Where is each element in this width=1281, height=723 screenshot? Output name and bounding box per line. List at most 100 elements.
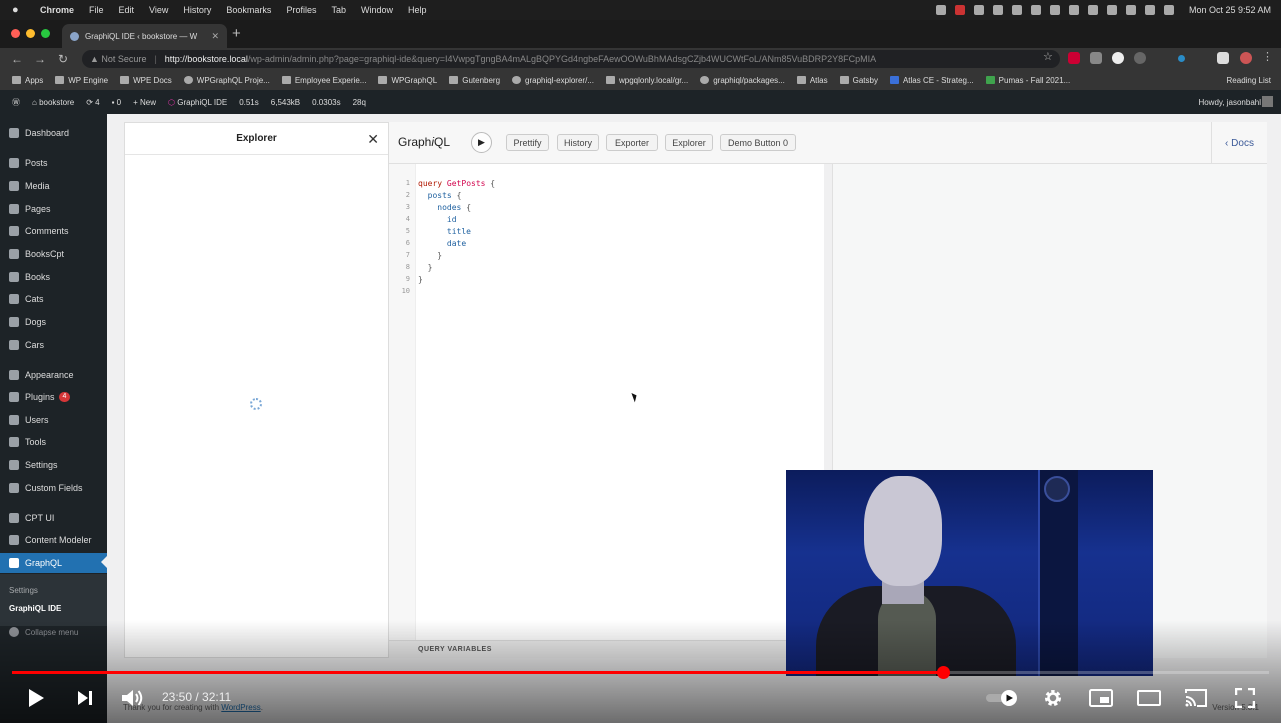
bookmark-item[interactable]: graphiql-explorer/... <box>512 76 594 85</box>
bookmark-item[interactable]: Pumas - Fall 2021... <box>985 76 1070 85</box>
menu-help[interactable]: Help <box>408 5 427 15</box>
profile-avatar[interactable] <box>1240 52 1252 64</box>
chrome-menu-icon[interactable]: ⋮ <box>1262 50 1274 63</box>
reload-icon[interactable]: ↻ <box>57 52 69 66</box>
sidebar-item-tools[interactable]: Tools <box>0 432 107 452</box>
menu-profiles[interactable]: Profiles <box>286 5 316 15</box>
query-variables-toggle[interactable]: QUERY VARIABLES <box>389 640 824 658</box>
menu-edit[interactable]: Edit <box>119 5 135 15</box>
execute-query-button[interactable]: ▶ <box>471 132 492 153</box>
footer-wordpress-link[interactable]: WordPress <box>221 703 260 712</box>
bookmark-item[interactable]: wpgqlonly.local/gr... <box>605 76 688 85</box>
bookmark-item[interactable]: Gatsby <box>839 76 878 85</box>
admin-bar-graphiql[interactable]: ⬡ GraphiQL IDE <box>168 98 227 107</box>
sidebar-item-graphql[interactable]: GraphQL <box>0 553 107 573</box>
bookmark-item[interactable]: Gutenberg <box>449 76 500 85</box>
admin-bar-site[interactable]: ⌂ bookstore <box>32 98 74 107</box>
status-icon[interactable] <box>1087 5 1098 15</box>
apple-icon[interactable]: ● <box>12 4 28 16</box>
settings-button[interactable] <box>1041 686 1065 710</box>
bookmark-item[interactable]: graphiql/packages... <box>700 76 785 85</box>
sidebar-item-comments[interactable]: Comments <box>0 221 107 241</box>
next-button[interactable] <box>73 686 97 710</box>
wordpress-logo-icon[interactable]: Ⓦ <box>12 97 20 108</box>
menu-tab[interactable]: Tab <box>331 5 346 15</box>
sidebar-item-dashboard[interactable]: Dashboard <box>0 123 107 143</box>
bookmark-item[interactable]: WPGraphQL Proje... <box>183 76 270 85</box>
theater-mode-button[interactable] <box>1136 686 1162 710</box>
minimize-window-icon[interactable] <box>26 29 35 38</box>
back-icon[interactable]: ← <box>11 52 23 66</box>
admin-bar-new[interactable]: + New <box>133 98 156 107</box>
sidebar-item-media[interactable]: Media <box>0 176 107 196</box>
query-code[interactable]: query GetPosts { posts { nodes { id titl… <box>418 178 495 286</box>
admin-bar-comments[interactable]: ▪ 0 <box>112 98 122 107</box>
progress-bar[interactable] <box>12 666 1269 679</box>
sidebar-item-books[interactable]: Books <box>0 267 107 287</box>
bookmark-item[interactable]: Atlas CE - Strateg... <box>889 76 974 85</box>
miniplayer-button[interactable] <box>1088 686 1114 710</box>
progress-scrubber[interactable] <box>936 666 950 679</box>
status-icon[interactable] <box>992 5 1003 15</box>
sidebar-item-appearance[interactable]: Appearance <box>0 365 107 385</box>
demo-button[interactable]: Demo Button 0 <box>720 134 796 151</box>
menu-app[interactable]: Chrome <box>40 5 74 15</box>
zoom-window-icon[interactable] <box>41 29 50 38</box>
bookmark-item[interactable]: Apps <box>12 76 43 85</box>
sidebar-item-cpt-ui[interactable]: CPT UI <box>0 508 107 528</box>
submenu-graphiql-ide[interactable]: GraphiQL IDE <box>9 604 61 613</box>
sidebar-item-posts[interactable]: Posts <box>0 153 107 173</box>
menu-window[interactable]: Window <box>361 5 393 15</box>
collapse-menu[interactable]: Collapse menu <box>0 622 107 642</box>
history-button[interactable]: History <box>557 134 599 151</box>
sidebar-item-cats[interactable]: Cats <box>0 289 107 309</box>
admin-bar-updates[interactable]: ⟳ 4 <box>86 98 99 107</box>
status-icon[interactable] <box>1011 5 1022 15</box>
sidebar-item-settings[interactable]: Settings <box>0 455 107 475</box>
status-icon[interactable] <box>1030 5 1041 15</box>
extension-icon[interactable] <box>1090 52 1102 64</box>
bookmark-item[interactable]: Employee Experie... <box>281 76 366 85</box>
browser-tab[interactable]: GraphiQL IDE ‹ bookstore — W ✕ <box>62 24 227 48</box>
menu-file[interactable]: File <box>89 5 104 15</box>
submenu-settings[interactable]: Settings <box>9 586 38 595</box>
extension-icon[interactable] <box>1112 52 1124 64</box>
extension-icon[interactable] <box>1134 52 1146 64</box>
sidebar-item-cars[interactable]: Cars <box>0 335 107 355</box>
prettify-button[interactable]: Prettify <box>506 134 549 151</box>
close-icon[interactable]: ✕ <box>367 131 379 148</box>
query-editor[interactable]: 1 2 3 4 5 6 7 8 9 10 query GetPosts { po… <box>389 164 824 640</box>
perf-time[interactable]: 0.51s <box>239 98 259 107</box>
exporter-button[interactable]: Exporter <box>606 134 658 151</box>
bookmark-item[interactable]: WP Engine <box>55 76 108 85</box>
play-button[interactable] <box>24 686 48 710</box>
status-icon[interactable] <box>1106 5 1117 15</box>
perf-queries[interactable]: 28q <box>353 98 366 107</box>
sidebar-item-pages[interactable]: Pages <box>0 199 107 219</box>
perf-query-time[interactable]: 0.0303s <box>312 98 340 107</box>
battery-icon[interactable] <box>1125 5 1136 15</box>
bookmark-item[interactable]: WPGraphQL <box>378 76 437 85</box>
reading-list[interactable]: Reading List <box>1227 76 1271 85</box>
status-icon[interactable] <box>935 5 946 15</box>
cast-button[interactable] <box>1183 686 1209 710</box>
bookmark-item[interactable]: WPE Docs <box>120 76 172 85</box>
sidebar-item-bookscpt[interactable]: BooksCpt <box>0 244 107 264</box>
menu-view[interactable]: View <box>149 5 168 15</box>
explorer-button[interactable]: Explorer <box>665 134 713 151</box>
status-icon[interactable] <box>973 5 984 15</box>
menu-history[interactable]: History <box>183 5 211 15</box>
fullscreen-button[interactable] <box>1233 686 1257 710</box>
close-tab-icon[interactable]: ✕ <box>211 31 219 42</box>
perf-memory[interactable]: 6,543kB <box>271 98 300 107</box>
sidebar-item-users[interactable]: Users <box>0 410 107 430</box>
avatar[interactable] <box>1262 96 1273 107</box>
close-window-icon[interactable] <box>11 29 20 38</box>
sidebar-item-custom-fields[interactable]: Custom Fields <box>0 478 107 498</box>
sidebar-item-dogs[interactable]: Dogs <box>0 312 107 332</box>
bookmark-item[interactable]: Atlas <box>796 76 828 85</box>
docs-button[interactable]: ‹ Docs <box>1211 122 1267 164</box>
sidebar-item-content-modeler[interactable]: Content Modeler <box>0 530 107 550</box>
info-icon[interactable]: ▲ <box>90 54 101 64</box>
sidebar-item-plugins[interactable]: Plugins 4 <box>0 387 107 407</box>
